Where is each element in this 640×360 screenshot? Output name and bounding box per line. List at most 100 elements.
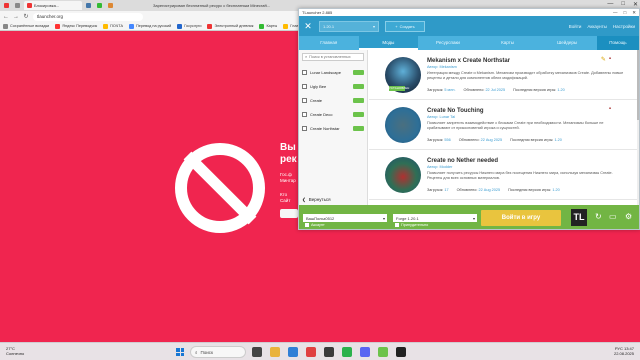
- mod-title[interactable]: Create no Nether needed: [427, 158, 498, 164]
- settings-link[interactable]: Настройки: [613, 24, 635, 29]
- accounts-link[interactable]: Аккаунты: [587, 24, 607, 29]
- tab-title: Блокировка...: [34, 3, 60, 8]
- create-button[interactable]: + Создать: [385, 20, 425, 32]
- installed-mod-item[interactable]: Lunar Landscape: [299, 65, 367, 79]
- mod-thumbnail: [385, 107, 421, 143]
- reload-icon[interactable]: ↻: [23, 13, 29, 20]
- installed-mod-item[interactable]: Ugly Bee: [299, 79, 367, 93]
- tab-small-2[interactable]: [13, 1, 22, 10]
- mod-card[interactable]: Create No Touching Автор: Lunar Tal Позв…: [369, 100, 639, 150]
- bookmark-item[interactable]: Электронный дневник: [207, 23, 253, 29]
- bookmark-icon: [207, 23, 213, 29]
- tab-mods[interactable]: Моды: [358, 36, 419, 50]
- tab-help[interactable]: Помощь: [596, 36, 639, 50]
- weather-widget[interactable]: 27°C Солнечно: [6, 346, 24, 356]
- mod-toggle[interactable]: [353, 69, 364, 75]
- tab-small-3[interactable]: [84, 1, 93, 10]
- tab-active[interactable]: Блокировка...: [24, 1, 82, 10]
- blocked-prohibition-icon: [175, 143, 265, 233]
- tab-square[interactable]: [2, 1, 11, 10]
- refresh-icon[interactable]: ↻: [595, 212, 602, 221]
- window-controls: — □ ✕: [607, 1, 638, 8]
- mod-checkbox[interactable]: [302, 97, 307, 103]
- mod-author[interactable]: Автор: Lunar Tal: [427, 115, 455, 119]
- mod-card[interactable]: Create no Nether needed Автор: Modder По…: [369, 150, 639, 200]
- mod-toggle[interactable]: [353, 83, 364, 89]
- steam-icon[interactable]: [324, 347, 334, 357]
- blocked-text: Гос.ф Минтар: [280, 172, 296, 183]
- launcher-minimize-button[interactable]: —: [613, 10, 618, 16]
- installed-search-input[interactable]: ⌕ Поиск в установленных: [302, 53, 364, 61]
- mod-checkbox[interactable]: [302, 111, 307, 117]
- mod-actions: ▪: [609, 106, 611, 112]
- mod-description: Позволяет получить ресурсы Нижнего мира …: [427, 171, 613, 180]
- tools-icon[interactable]: ✕: [303, 21, 313, 32]
- tlauncher-task-icon[interactable]: [396, 347, 406, 357]
- mod-toggle[interactable]: [353, 125, 364, 131]
- whatsapp-icon[interactable]: [342, 347, 352, 357]
- mod-checkbox[interactable]: [302, 125, 307, 131]
- mod-checkbox[interactable]: [302, 69, 307, 75]
- edge-icon[interactable]: [288, 347, 298, 357]
- minecraft-icon[interactable]: [378, 347, 388, 357]
- installed-mod-item[interactable]: Create: [299, 93, 367, 107]
- tab-small-4[interactable]: [95, 1, 104, 10]
- mod-toggle[interactable]: [353, 97, 364, 103]
- launcher-titlebar: TLauncher 2.885 — □ ✕: [299, 9, 639, 16]
- file-explorer-icon[interactable]: [270, 347, 280, 357]
- mod-title[interactable]: Create No Touching: [427, 108, 484, 114]
- login-link[interactable]: Войти: [569, 24, 582, 29]
- force-checkbox[interactable]: Принудительно: [395, 223, 428, 227]
- back-button[interactable]: ❮ Вернуться: [302, 197, 331, 203]
- remove-icon[interactable]: ▪: [609, 56, 611, 63]
- tab-resourcepacks[interactable]: Ресурспаки: [418, 36, 478, 50]
- url-field[interactable]: tlauncher.org: [33, 12, 143, 21]
- tab-main[interactable]: Главная: [299, 36, 359, 50]
- discord-icon[interactable]: [360, 347, 370, 357]
- bookmark-item[interactable]: Госуслуги: [177, 23, 201, 29]
- version-select[interactable]: 1.20.1 ▾: [319, 20, 379, 32]
- tab-shaders[interactable]: Шейдеры: [537, 36, 597, 50]
- bookmark-item[interactable]: Яндекс Переводчик: [55, 23, 97, 29]
- minimize-button[interactable]: —: [607, 1, 613, 8]
- yandex-browser-icon[interactable]: [306, 347, 316, 357]
- blocked-button[interactable]: [280, 209, 298, 218]
- launcher-body: ⌕ Поиск в установленных Lunar Landscape …: [299, 50, 639, 205]
- settings-icon[interactable]: ⚙: [625, 212, 632, 221]
- tab-small-5[interactable]: [106, 1, 115, 10]
- launcher-close-button[interactable]: ✕: [632, 10, 636, 16]
- mod-thumbnail: [385, 157, 421, 193]
- windows-start-icon[interactable]: [176, 348, 184, 356]
- account-checkbox[interactable]: Аккаунт: [305, 223, 325, 227]
- install-icon[interactable]: ▪: [609, 106, 611, 112]
- task-view-icon[interactable]: [252, 347, 262, 357]
- mod-checkbox[interactable]: [302, 83, 307, 89]
- mod-author[interactable]: Автор: Mekanism: [427, 65, 457, 69]
- mods-list: УСТАНОВЛЕН Mekanism x Create Northstar А…: [369, 50, 639, 205]
- maximize-button[interactable]: □: [621, 1, 625, 8]
- bookmark-item[interactable]: Сохранённые вкладки: [3, 23, 49, 29]
- mod-title[interactable]: Mekanism x Create Northstar: [427, 58, 510, 64]
- forward-icon[interactable]: →: [13, 14, 19, 20]
- play-button[interactable]: Войти в игру: [481, 210, 561, 226]
- mod-card[interactable]: УСТАНОВЛЕН Mekanism x Create Northstar А…: [369, 50, 639, 100]
- installed-mod-item[interactable]: Create Deco: [299, 107, 367, 121]
- tab-maps[interactable]: Карты: [478, 36, 538, 50]
- system-tray[interactable]: РУС 13:47 22.08.2025: [614, 346, 634, 356]
- close-button[interactable]: ✕: [633, 1, 638, 8]
- tab-favicon: [27, 3, 32, 8]
- bookmark-item[interactable]: Карты: [259, 23, 277, 29]
- bookmark-item[interactable]: ПОЧТА: [103, 23, 123, 29]
- taskbar-search[interactable]: ⌕ Поиск: [190, 346, 246, 358]
- mod-author[interactable]: Автор: Modder: [427, 165, 452, 169]
- folder-icon[interactable]: ▭: [609, 212, 617, 221]
- installed-mod-item[interactable]: Create Northstar: [299, 121, 367, 135]
- bookmark-item[interactable]: Перевод на русский: [129, 23, 171, 29]
- mod-toggle[interactable]: [353, 111, 364, 117]
- back-icon[interactable]: ←: [3, 14, 9, 20]
- edit-icon[interactable]: ✎: [601, 56, 606, 63]
- launcher-maximize-button[interactable]: □: [624, 10, 627, 16]
- tab-favicon: [4, 3, 9, 8]
- game-version-select[interactable]: Forge 1.20.1 ▾: [393, 214, 477, 222]
- account-select[interactable]: ВашПольз0512 ▾: [303, 214, 387, 222]
